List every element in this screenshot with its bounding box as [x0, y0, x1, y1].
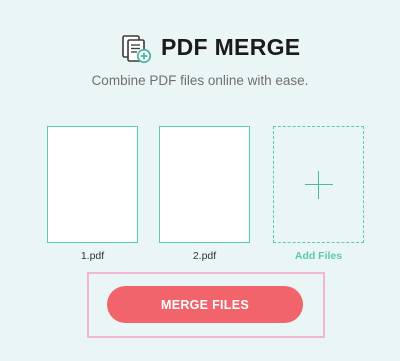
page-subtitle: Combine PDF files online with ease. — [91, 73, 309, 88]
plus-icon — [304, 170, 333, 199]
file-card-1[interactable] — [47, 126, 138, 243]
file-name-2: 2.pdf — [192, 250, 217, 262]
header: PDF MERGE Combine PDF files online with … — [0, 0, 400, 88]
file-name-1: 1.pdf — [80, 250, 105, 262]
file-card-2[interactable] — [159, 126, 250, 243]
merge-files-button[interactable]: MERGE FILES — [107, 286, 303, 323]
pdf-documents-merge-icon — [122, 35, 152, 64]
add-files-label[interactable]: Add Files — [273, 250, 364, 262]
add-files-button[interactable] — [273, 126, 364, 243]
page-title: PDF MERGE — [161, 34, 301, 60]
